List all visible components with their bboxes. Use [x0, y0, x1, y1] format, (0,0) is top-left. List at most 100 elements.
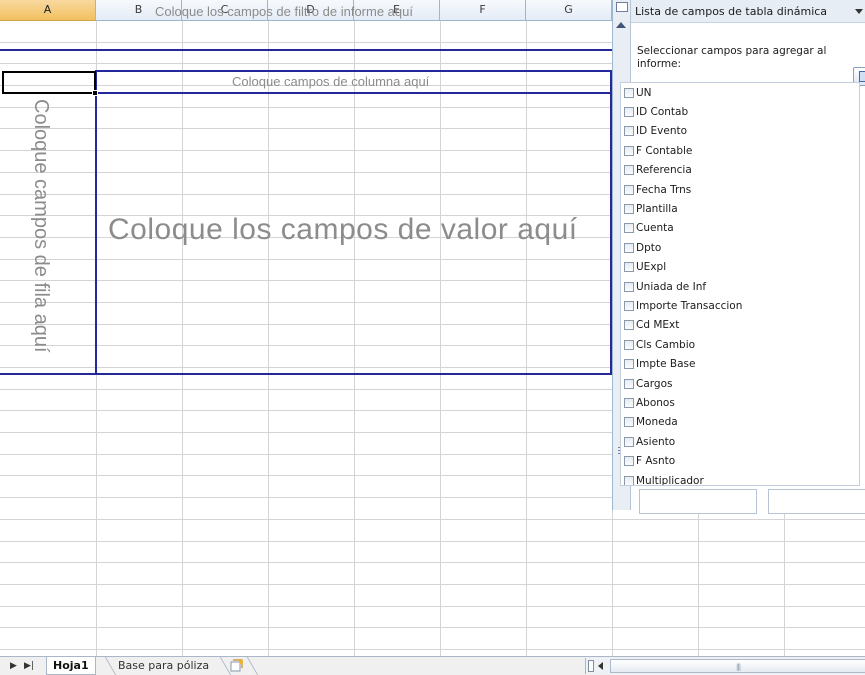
field-checkbox[interactable] [624, 300, 634, 311]
field-item[interactable]: Impte Base [621, 354, 859, 373]
field-label: ID Evento [636, 125, 688, 138]
field-label: Dpto [636, 241, 662, 254]
field-item[interactable]: Multiplicador [621, 471, 859, 486]
field-label: Cd MExt [636, 319, 680, 332]
field-label: UN [636, 86, 652, 99]
field-item[interactable]: Cargos [621, 374, 859, 393]
field-label: Cls Cambio [636, 338, 696, 351]
field-label: Asiento [636, 435, 676, 448]
horizontal-scrollbar[interactable]: ||| [585, 658, 865, 674]
field-checkbox[interactable] [624, 204, 634, 215]
field-item[interactable]: F Contable [621, 141, 859, 160]
field-checkbox[interactable] [624, 456, 634, 467]
field-checkbox[interactable] [624, 126, 634, 137]
field-label: UExpl [636, 261, 667, 274]
column-header-a[interactable]: A [0, 0, 96, 21]
field-item[interactable]: Moneda [621, 413, 859, 432]
field-item[interactable]: Dpto [621, 238, 859, 257]
field-checkbox[interactable] [624, 87, 634, 98]
field-checkbox[interactable] [624, 242, 634, 253]
active-cell-a3[interactable] [2, 71, 96, 94]
pivot-field-list-pane: Lista de campos de tabla dinámica Selecc… [612, 0, 865, 514]
field-label: F Contable [636, 144, 693, 157]
field-item[interactable]: ID Contab [621, 102, 859, 121]
pane-title: Lista de campos de tabla dinámica [635, 5, 828, 18]
scroll-up-arrow-icon[interactable] [616, 22, 626, 28]
tab-separator [246, 657, 259, 675]
field-label: Multiplicador [636, 474, 704, 486]
field-checkbox[interactable] [624, 436, 634, 447]
chevron-down-icon[interactable] [855, 9, 863, 14]
field-item[interactable]: Cuenta [621, 219, 859, 238]
scroll-grip-icon: ||| [736, 663, 741, 671]
column-drop-zone[interactable]: Coloque campos de columna aquí [232, 74, 429, 89]
field-item[interactable]: UExpl [621, 258, 859, 277]
field-label: Importe Transaccion [636, 299, 743, 312]
sheet-tab-bar: ▶ ▶| Hoja1 Base para póliza ||| [0, 656, 865, 675]
field-label: F Asnto [636, 455, 676, 468]
sheet-tab-base-para-poliza[interactable]: Base para póliza [112, 657, 215, 675]
row-zone-border-right [95, 70, 97, 375]
tab-split-handle[interactable] [588, 660, 594, 672]
field-checkbox[interactable] [624, 223, 634, 234]
field-item[interactable]: ID Evento [621, 122, 859, 141]
field-item[interactable]: Cd MExt [621, 316, 859, 335]
field-checkbox[interactable] [624, 107, 634, 118]
grid-column-line [354, 21, 355, 656]
grid-row [0, 542, 865, 564]
field-item[interactable]: Referencia [621, 161, 859, 180]
field-checkbox[interactable] [624, 475, 634, 485]
layout-icon [859, 71, 865, 82]
field-list[interactable]: UN ID Contab ID Evento F Contable Referencia… [620, 82, 860, 486]
row-drop-zone[interactable]: Coloque campos de fila aquí [29, 99, 52, 371]
field-item[interactable]: Importe Transaccion [621, 296, 859, 315]
field-label: Uniada de Inf [636, 280, 707, 293]
area-box-left[interactable] [639, 489, 757, 514]
field-item[interactable]: Asiento [621, 432, 859, 451]
column-header-g[interactable]: G [526, 0, 612, 21]
area-box-right[interactable] [768, 489, 865, 514]
field-label: Fecha Trns [636, 183, 692, 196]
field-checkbox[interactable] [624, 165, 634, 176]
field-label: Impte Base [636, 358, 696, 371]
sheet-tab-hoja1[interactable]: Hoja1 [46, 657, 96, 675]
field-checkbox[interactable] [624, 320, 634, 331]
insert-sheet-icon[interactable] [230, 659, 244, 672]
field-checkbox[interactable] [624, 378, 634, 389]
column-zone-border-bottom [96, 92, 612, 94]
field-label: Cargos [636, 377, 673, 390]
pane-collapse-icon[interactable] [616, 2, 628, 12]
field-item[interactable]: F Asnto [621, 451, 859, 470]
next-sheet-icon[interactable]: ▶ [10, 661, 17, 671]
grid-row [0, 563, 865, 585]
field-item[interactable]: Fecha Trns [621, 180, 859, 199]
fill-handle[interactable] [92, 90, 98, 96]
grid-row [0, 520, 865, 542]
field-checkbox[interactable] [624, 359, 634, 370]
field-label: Abonos [636, 396, 675, 409]
field-item[interactable]: Plantilla [621, 199, 859, 218]
field-label: Moneda [636, 416, 678, 429]
grid-column-line [440, 21, 441, 656]
grid-row [0, 607, 865, 629]
field-label: Referencia [636, 164, 692, 177]
column-zone-border-top [96, 70, 612, 72]
field-item[interactable]: UN [621, 83, 859, 102]
field-checkbox[interactable] [624, 145, 634, 156]
field-item[interactable]: Uniada de Inf [621, 277, 859, 296]
last-sheet-icon[interactable]: ▶| [24, 661, 34, 671]
grid-row [0, 585, 865, 607]
value-drop-zone[interactable]: Coloque los campos de valor aquí [108, 213, 578, 247]
field-checkbox[interactable] [624, 184, 634, 195]
column-header-f[interactable]: F [440, 0, 526, 21]
field-item[interactable]: Cls Cambio [621, 335, 859, 354]
field-item[interactable]: Abonos [621, 393, 859, 412]
scroll-left-arrow-icon[interactable] [598, 662, 603, 670]
field-checkbox[interactable] [624, 417, 634, 428]
field-checkbox[interactable] [624, 281, 634, 292]
field-checkbox[interactable] [624, 397, 634, 408]
filter-drop-zone[interactable]: Coloque los campos de filtro de informe … [155, 4, 413, 19]
field-checkbox[interactable] [624, 339, 634, 350]
field-label: ID Contab [636, 106, 689, 119]
field-checkbox[interactable] [624, 262, 634, 273]
